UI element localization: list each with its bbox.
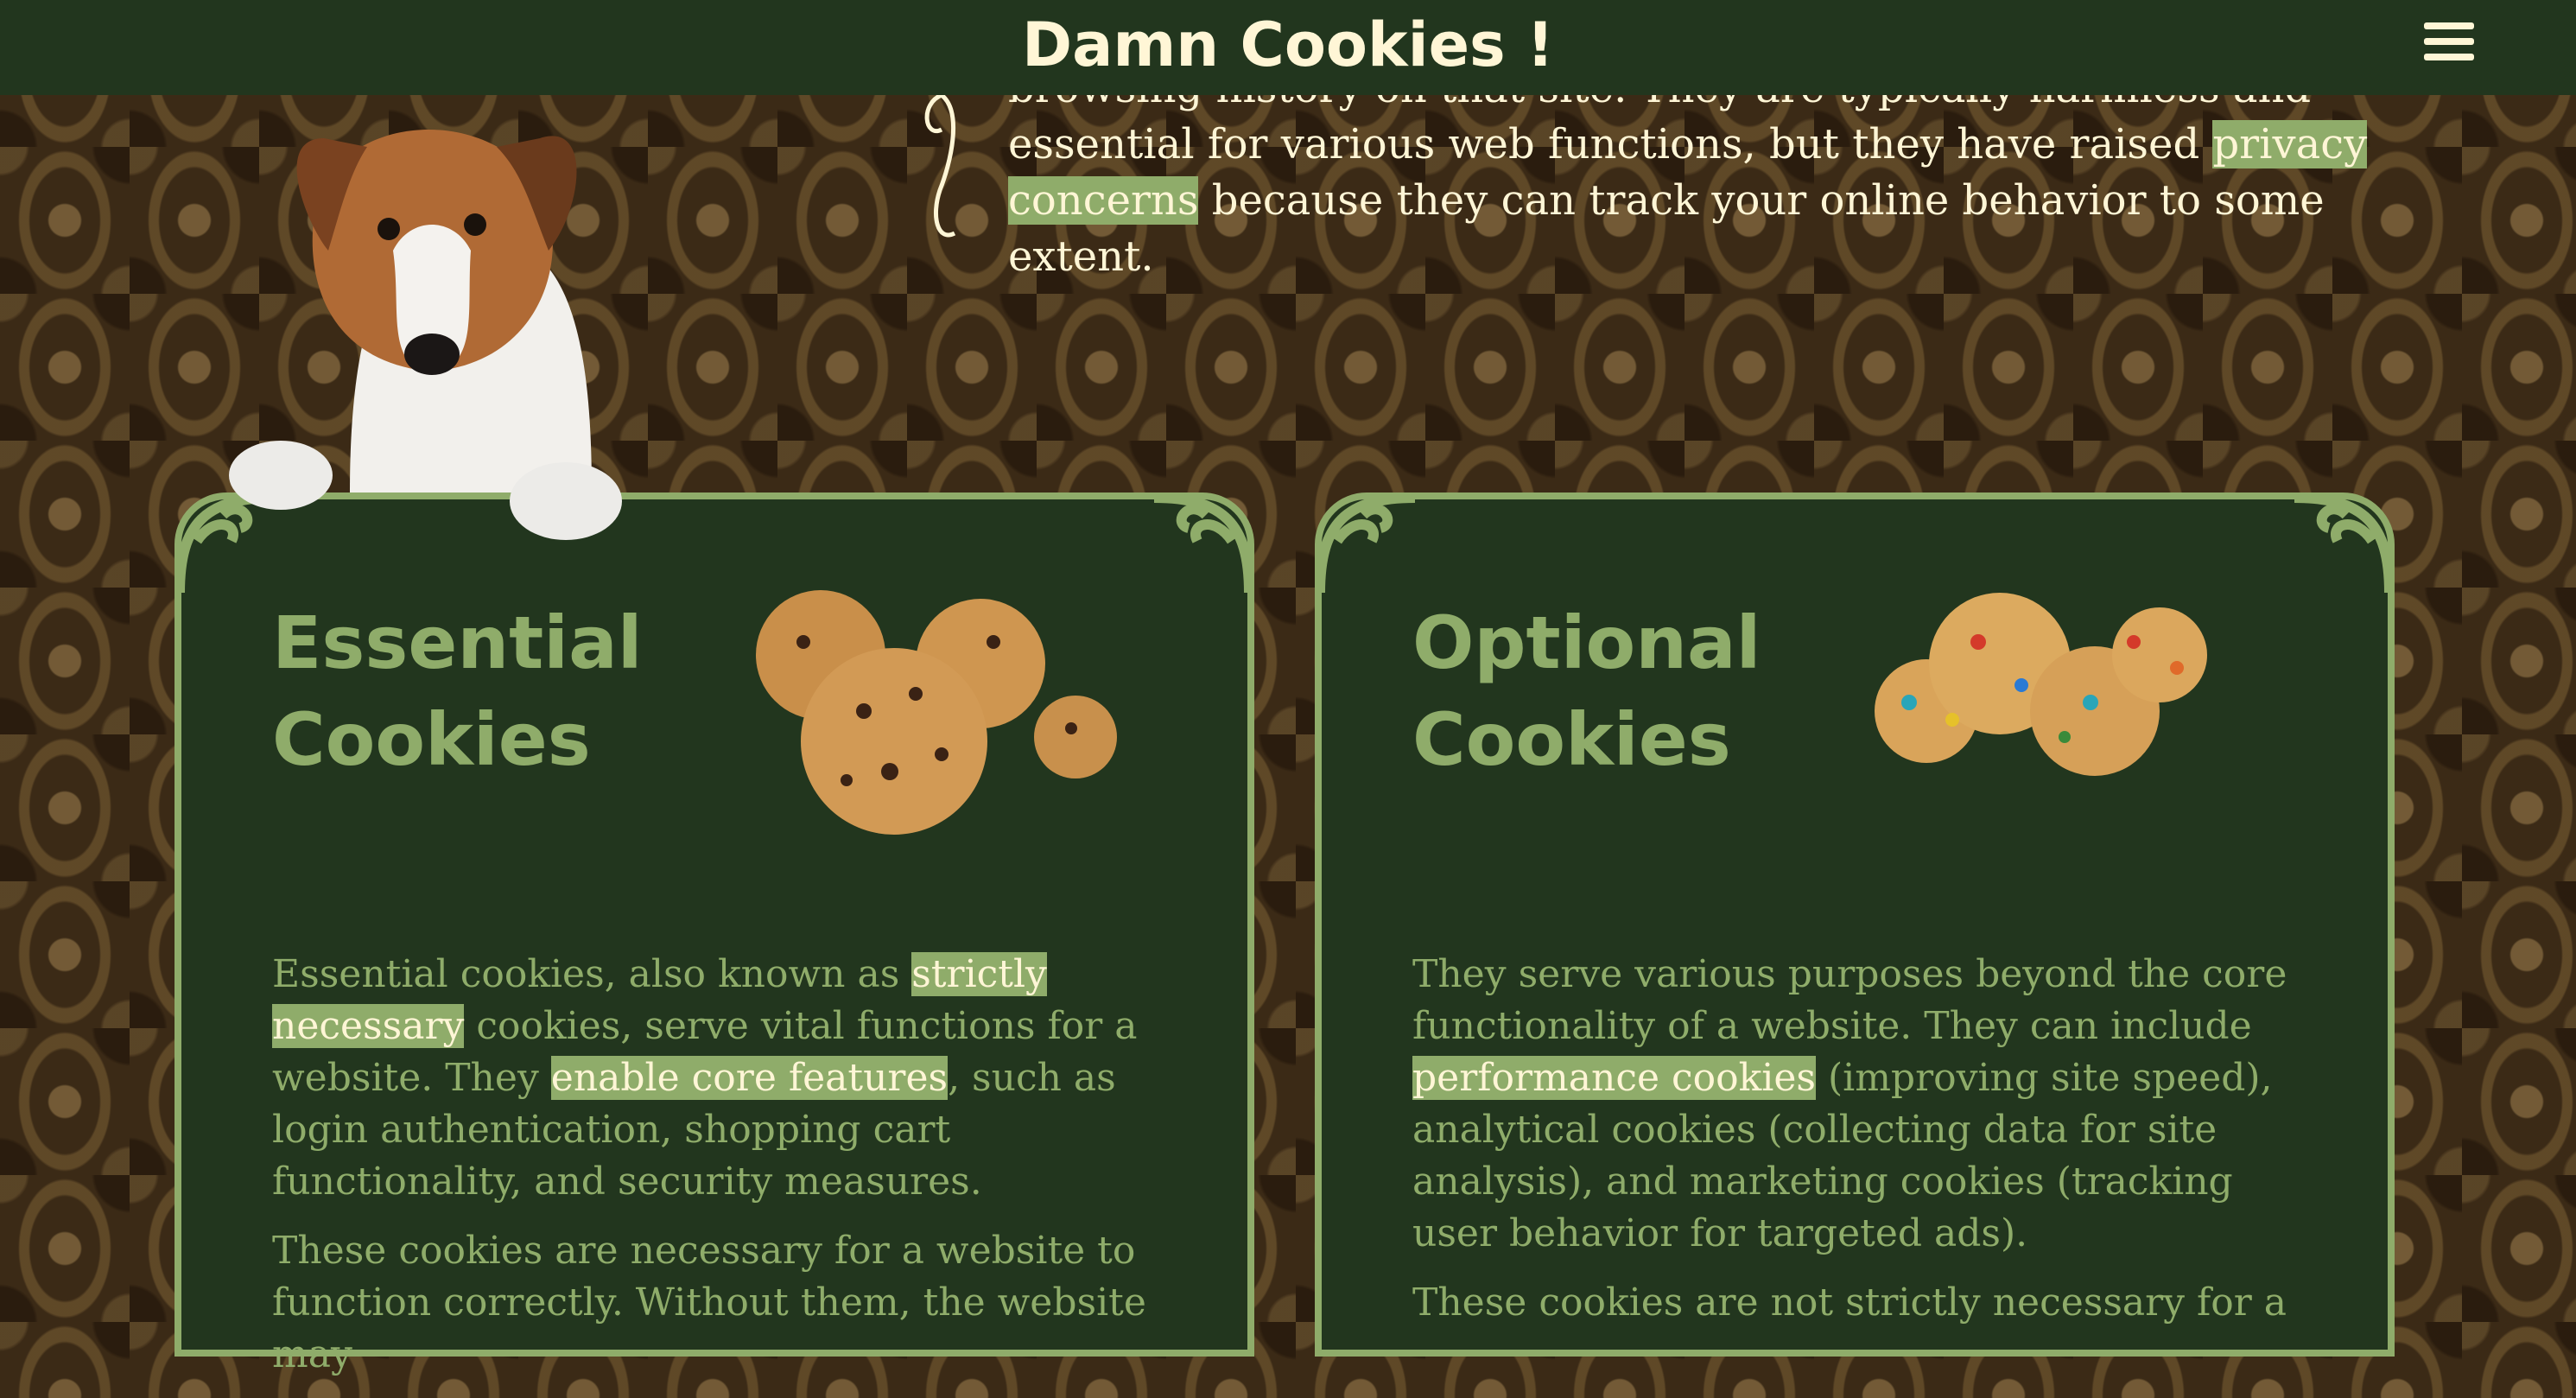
intro-text-part: essential for various web functions, but…: [1008, 120, 2213, 168]
essential-cookies-card: Essential Cookies Essential cookies, also…: [174, 492, 1254, 1376]
top-header: Damn Cookies !: [0, 0, 2576, 95]
candy-cookies-image: [1875, 593, 2207, 776]
card-title-line: Cookies: [1412, 697, 1731, 782]
text: Essential cookies, also known as: [272, 952, 912, 996]
ornament-corner-icon: [2294, 492, 2395, 594]
card-title-line: Optional: [1412, 601, 1761, 685]
highlight-performance-cookies: performance cookies: [1412, 1056, 1816, 1100]
card-paragraph: Essential cookies, also known as strictl…: [272, 949, 1179, 1208]
ornament-corner-icon: [1315, 492, 1416, 594]
card-title: Essential Cookies: [272, 594, 643, 788]
optional-cookies-card: Optional Cookies They serve various purpo…: [1315, 492, 2395, 1357]
text: They serve various purposes beyond the c…: [1412, 952, 2287, 1048]
chocolate-chip-cookies-image: [756, 590, 1117, 835]
dog-image: [229, 130, 622, 540]
card-body: They serve various purposes beyond the c…: [1412, 949, 2319, 1346]
site-title: Damn Cookies !: [1021, 10, 1555, 80]
hamburger-menu-icon[interactable]: [2424, 22, 2474, 60]
card-title: Optional Cookies: [1412, 594, 1761, 788]
card-body: Essential cookies, also known as strictl…: [272, 949, 1179, 1398]
card-paragraph: These cookies are not strictly necessary…: [1412, 1280, 2287, 1325]
ornament-corner-icon: [1153, 492, 1254, 594]
intro-text-part: because they can track your online behav…: [1008, 176, 2325, 281]
card-paragraph: These cookies are necessary for a websit…: [272, 1229, 1146, 1376]
card-paragraph: They serve various purposes beyond the c…: [1412, 949, 2319, 1260]
decorative-swirl-icon: [924, 92, 956, 238]
card-title-line: Cookies: [272, 697, 591, 782]
highlight-enable-core-features: enable core features: [550, 1056, 949, 1100]
card-title-line: Essential: [272, 601, 643, 685]
